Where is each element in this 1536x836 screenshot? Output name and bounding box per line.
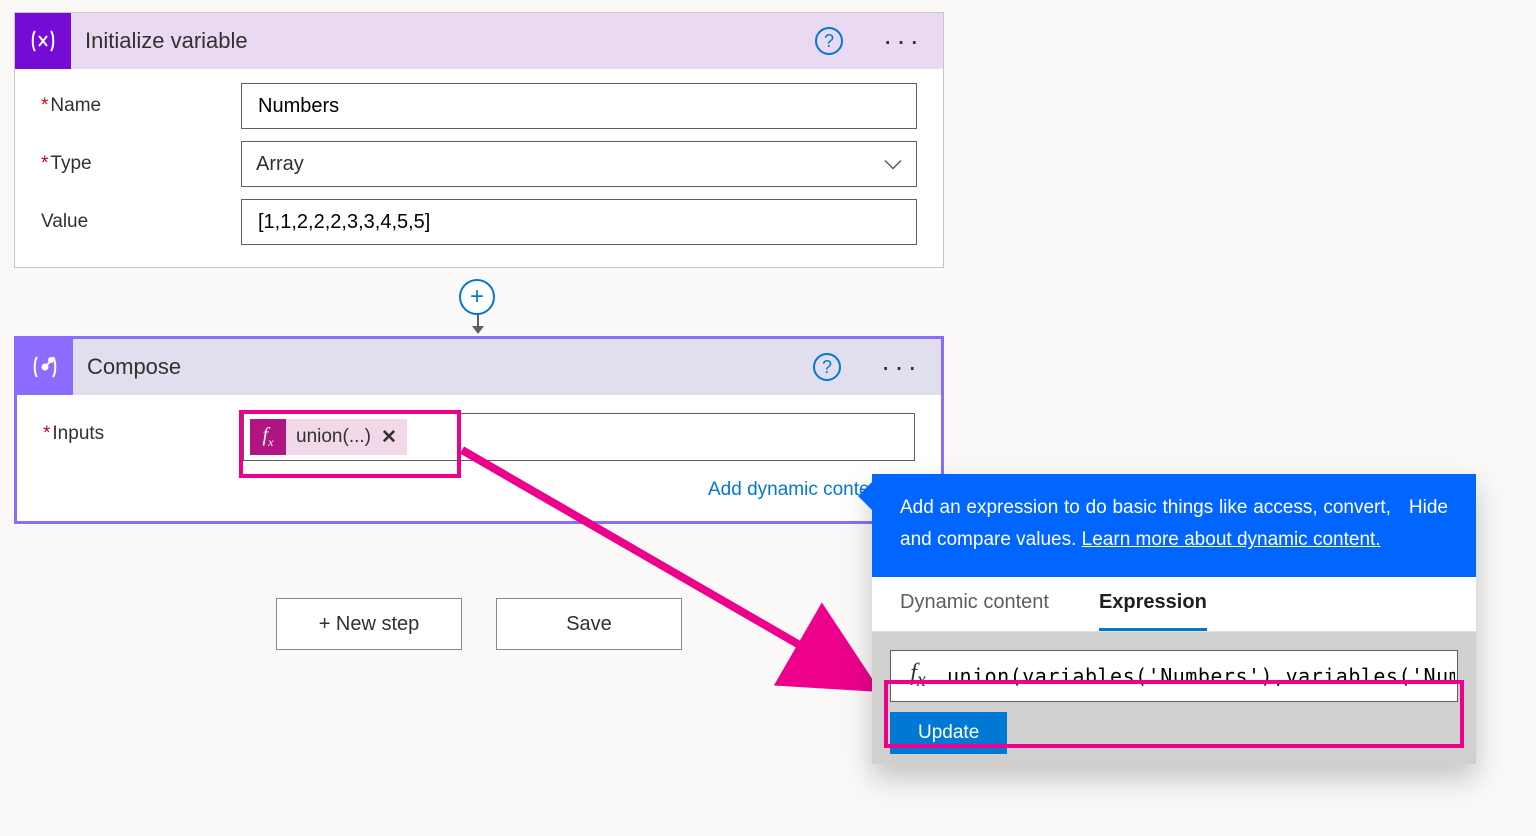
connector-arrow-icon xyxy=(471,314,485,341)
save-button[interactable]: Save xyxy=(496,598,682,650)
help-icon[interactable]: ? xyxy=(815,27,843,55)
flyout-header: Add an expression to do basic things lik… xyxy=(872,474,1476,577)
compose-header[interactable]: Compose ? ··· xyxy=(17,339,941,395)
initialize-variable-header[interactable]: Initialize variable ? ··· xyxy=(15,13,943,69)
remove-token-icon[interactable]: ✕ xyxy=(381,426,397,449)
compose-icon xyxy=(17,339,73,395)
type-label: *Type xyxy=(41,153,241,175)
name-input[interactable] xyxy=(241,83,917,129)
variable-icon xyxy=(15,13,71,69)
expression-input[interactable]: fx xyxy=(890,650,1458,702)
expression-token[interactable]: fx union(...) ✕ xyxy=(250,419,407,455)
expression-token-label: union(...) xyxy=(296,426,371,448)
add-step-button[interactable]: + xyxy=(459,279,495,315)
value-input[interactable] xyxy=(241,199,917,245)
name-label: *Name xyxy=(41,95,241,117)
chevron-down-icon xyxy=(884,153,902,176)
inputs-field[interactable]: fx union(...) ✕ xyxy=(243,413,915,461)
tab-expression[interactable]: Expression xyxy=(1099,591,1207,631)
fx-icon: fx xyxy=(891,660,945,692)
new-step-button[interactable]: + New step xyxy=(276,598,462,650)
learn-more-link[interactable]: Learn more about dynamic content. xyxy=(1082,529,1381,550)
initialize-variable-title: Initialize variable xyxy=(85,28,801,54)
compose-title: Compose xyxy=(87,354,799,380)
fx-icon: fx xyxy=(250,419,286,455)
expression-flyout: Add an expression to do basic things lik… xyxy=(872,474,1476,764)
hide-link[interactable]: Hide xyxy=(1409,492,1448,557)
callout-arrow-icon xyxy=(858,482,872,510)
update-button[interactable]: Update xyxy=(890,712,1007,754)
tab-dynamic-content[interactable]: Dynamic content xyxy=(900,591,1049,631)
type-select[interactable]: Array xyxy=(241,141,917,187)
initialize-variable-card: Initialize variable ? ··· *Name *Type Ar… xyxy=(14,12,944,268)
more-icon[interactable]: ··· xyxy=(869,353,933,381)
help-icon[interactable]: ? xyxy=(813,353,841,381)
inputs-label: *Inputs xyxy=(43,413,243,445)
more-icon[interactable]: ··· xyxy=(871,27,935,55)
value-label: Value xyxy=(41,211,241,233)
